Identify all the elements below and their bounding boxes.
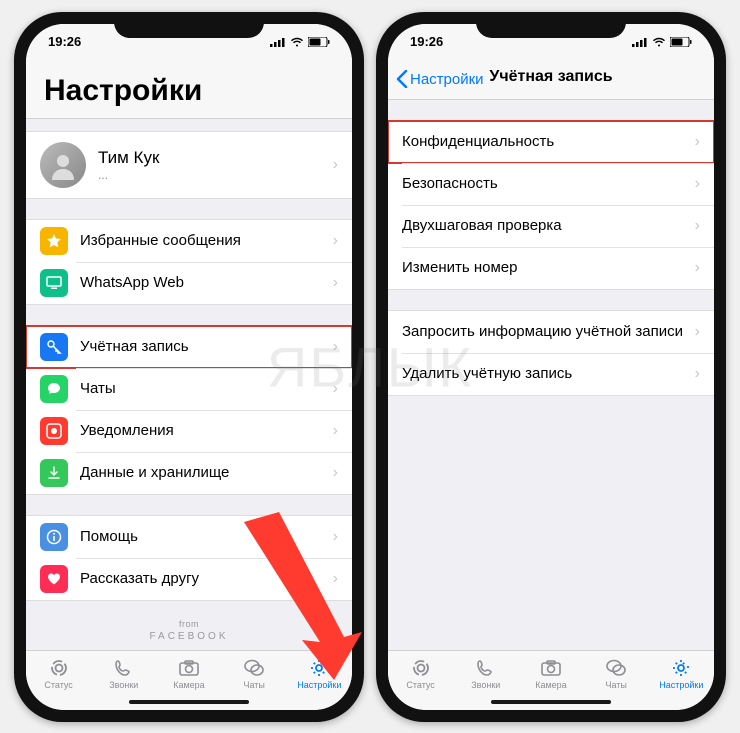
star-icon — [40, 227, 68, 255]
back-label: Настройки — [410, 71, 484, 88]
chevron-right-icon: › — [695, 175, 700, 193]
tab-calls[interactable]: Звонки — [456, 657, 516, 690]
tab-label: Чаты — [243, 680, 264, 690]
tab-camera[interactable]: Камера — [521, 657, 581, 690]
bell-icon — [40, 417, 68, 445]
chevron-right-icon: › — [695, 259, 700, 277]
tab-calls[interactable]: Звонки — [94, 657, 154, 690]
settings-row-info[interactable]: Помощь› — [26, 516, 352, 558]
key-icon — [40, 333, 68, 361]
back-button[interactable]: Настройки — [396, 70, 484, 88]
tab-chats[interactable]: Чаты — [586, 657, 646, 690]
tab-label: Камера — [535, 680, 566, 690]
chevron-right-icon: › — [333, 528, 338, 546]
profile-name: Тим Кук — [98, 148, 333, 168]
row-label: Уведомления — [80, 422, 333, 439]
navbar: Настройки Учётная запись — [388, 60, 714, 100]
tab-camera[interactable]: Камера — [159, 657, 219, 690]
profile-row[interactable]: Тим Кук ... › — [26, 132, 352, 198]
chevron-right-icon: › — [695, 217, 700, 235]
settings-row-bell[interactable]: Уведомления› — [26, 410, 352, 452]
tab-settings[interactable]: Настройки — [289, 657, 349, 690]
row-label: Изменить номер — [402, 259, 695, 276]
chevron-right-icon: › — [695, 323, 700, 341]
tab-status[interactable]: Статус — [391, 657, 451, 690]
chevron-right-icon: › — [333, 380, 338, 398]
phone-left: 19:26 Настройки Тим Кук ... › — [14, 12, 364, 722]
row-label: Удалить учётную запись — [402, 365, 695, 382]
notch — [476, 12, 626, 38]
account-row[interactable]: Запросить информацию учётной записи› — [388, 311, 714, 353]
chat-icon — [40, 375, 68, 403]
data-icon — [40, 459, 68, 487]
chevron-right-icon: › — [695, 133, 700, 151]
row-label: Безопасность — [402, 175, 695, 192]
status-time: 19:26 — [48, 34, 81, 49]
tab-label: Статус — [44, 680, 72, 690]
row-label: Конфиденциальность — [402, 133, 695, 150]
row-label: Запросить информацию учётной записи — [402, 323, 695, 340]
chevron-right-icon: › — [333, 274, 338, 292]
account-row[interactable]: Безопасность› — [388, 163, 714, 205]
battery-icon — [308, 37, 330, 47]
settings-row-data[interactable]: Данные и хранилище› — [26, 452, 352, 494]
tab-label: Настройки — [297, 680, 341, 690]
chevron-right-icon: › — [333, 156, 338, 174]
footer-brand: from FACEBOOK — [26, 619, 352, 642]
settings-row-star[interactable]: Избранные сообщения› — [26, 220, 352, 262]
chevron-right-icon: › — [333, 338, 338, 356]
info-icon — [40, 523, 68, 551]
row-label: Помощь — [80, 528, 333, 545]
row-label: Избранные сообщения — [80, 232, 333, 249]
chevron-right-icon: › — [695, 365, 700, 383]
notch — [114, 12, 264, 38]
wifi-icon — [652, 37, 666, 47]
signal-icon — [632, 37, 648, 47]
wifi-icon — [290, 37, 304, 47]
battery-icon — [670, 37, 692, 47]
row-label: Двухшаговая проверка — [402, 217, 695, 234]
row-label: WhatsApp Web — [80, 274, 333, 291]
account-row[interactable]: Удалить учётную запись› — [388, 353, 714, 395]
settings-row-desktop[interactable]: WhatsApp Web› — [26, 262, 352, 304]
tab-chats[interactable]: Чаты — [224, 657, 284, 690]
tab-label: Камера — [173, 680, 204, 690]
page-title: Настройки — [44, 74, 334, 108]
navbar: Настройки — [26, 60, 352, 119]
tab-status[interactable]: Статус — [29, 657, 89, 690]
settings-row-key[interactable]: Учётная запись› — [26, 326, 352, 368]
row-label: Данные и хранилище — [80, 464, 333, 481]
settings-list[interactable]: Тим Кук ... › Избранные сообщения›WhatsA… — [26, 119, 352, 650]
page-title: Учётная запись — [489, 68, 612, 86]
profile-sub: ... — [98, 168, 333, 182]
avatar — [40, 142, 86, 188]
account-row[interactable]: Двухшаговая проверка› — [388, 205, 714, 247]
heart-icon — [40, 565, 68, 593]
home-indicator — [491, 700, 611, 704]
signal-icon — [270, 37, 286, 47]
chevron-right-icon: › — [333, 422, 338, 440]
tab-settings[interactable]: Настройки — [651, 657, 711, 690]
status-time: 19:26 — [410, 34, 443, 49]
tab-label: Звонки — [109, 680, 138, 690]
row-label: Рассказать другу — [80, 570, 333, 587]
tab-label: Звонки — [471, 680, 500, 690]
settings-row-chat[interactable]: Чаты› — [26, 368, 352, 410]
home-indicator — [129, 700, 249, 704]
account-row[interactable]: Изменить номер› — [388, 247, 714, 289]
account-list[interactable]: Конфиденциальность›Безопасность›Двухшаго… — [388, 100, 714, 650]
tab-label: Настройки — [659, 680, 703, 690]
row-label: Учётная запись — [80, 338, 333, 355]
tab-label: Чаты — [605, 680, 626, 690]
settings-row-heart[interactable]: Рассказать другу› — [26, 558, 352, 600]
row-label: Чаты — [80, 380, 333, 397]
chevron-right-icon: › — [333, 464, 338, 482]
phone-right: 19:26 Настройки Учётная запись Конфиденц… — [376, 12, 726, 722]
account-row[interactable]: Конфиденциальность› — [388, 121, 714, 163]
chevron-right-icon: › — [333, 570, 338, 588]
desktop-icon — [40, 269, 68, 297]
chevron-right-icon: › — [333, 232, 338, 250]
tab-label: Статус — [406, 680, 434, 690]
